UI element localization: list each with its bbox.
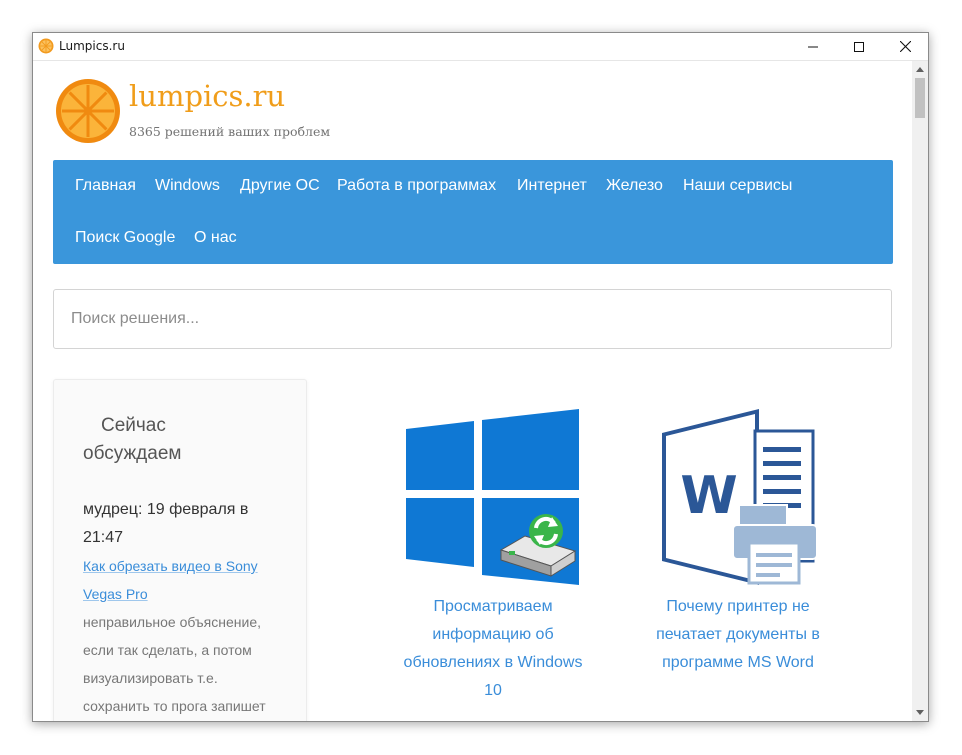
site-tagline: 8365 решений ваших проблем [129,124,331,139]
browser-window: Lumpics.ru lumpics.ru 8365 решений ваших… [32,32,929,722]
search-box [53,289,892,349]
article-card[interactable]: Просматриваем информацию об обновлениях … [393,409,593,705]
orange-logo-icon[interactable] [55,78,121,144]
article-card[interactable]: Почему принтер не печатает документы в п… [633,409,843,677]
nav-item-home[interactable]: Главная [75,177,136,195]
sidebar-title-line2: обсуждаем [83,443,182,464]
main-nav: Главная Windows Другие ОС Работа в прогр… [53,160,893,264]
article-title[interactable]: Просматриваем информацию об обновлениях … [393,593,593,705]
nav-item-internet[interactable]: Интернет [517,177,587,195]
sidebar-title: Сейчас обсуждаем [83,412,283,468]
search-input[interactable] [69,309,873,329]
page-content: lumpics.ru 8365 решений ваших проблем Гл… [33,61,913,721]
comment-author-date: мудрец: 19 февраля в 21:47 [83,501,249,546]
sidebar-discussion: Сейчас обсуждаем мудрец: 19 февраля в 21… [53,379,307,721]
nav-item-about[interactable]: О нас [194,229,237,247]
nav-item-google-search[interactable]: Поиск Google [75,229,175,247]
comment-text: неправильное объяснение, если так сделат… [83,614,266,714]
nav-item-services[interactable]: Наши сервисы [683,177,792,195]
scroll-up-icon[interactable] [916,67,924,72]
maximize-button[interactable] [836,33,882,60]
nav-item-programs[interactable]: Работа в программах [337,177,496,195]
minimize-button[interactable] [790,33,836,60]
vertical-scrollbar[interactable] [912,61,928,721]
maximize-icon [854,41,864,52]
orange-app-icon [38,38,54,54]
nav-item-windows[interactable]: Windows [155,177,220,195]
minimize-icon [808,46,818,47]
close-button[interactable] [882,33,928,60]
close-icon [899,41,911,52]
comment-article-link[interactable]: Как обрезать видео в Sony Vegas Pro [83,552,283,608]
nav-item-hardware[interactable]: Железо [606,177,663,195]
article-title[interactable]: Почему принтер не печатает документы в п… [633,593,843,677]
site-name[interactable]: lumpics.ru [129,79,285,113]
scroll-down-icon[interactable] [916,710,924,715]
scroll-thumb[interactable] [915,78,925,118]
title-bar[interactable]: Lumpics.ru [33,33,928,61]
sidebar-title-line1: Сейчас [101,415,166,436]
nav-item-other-os[interactable]: Другие ОС [240,177,320,195]
window-title: Lumpics.ru [59,39,125,53]
